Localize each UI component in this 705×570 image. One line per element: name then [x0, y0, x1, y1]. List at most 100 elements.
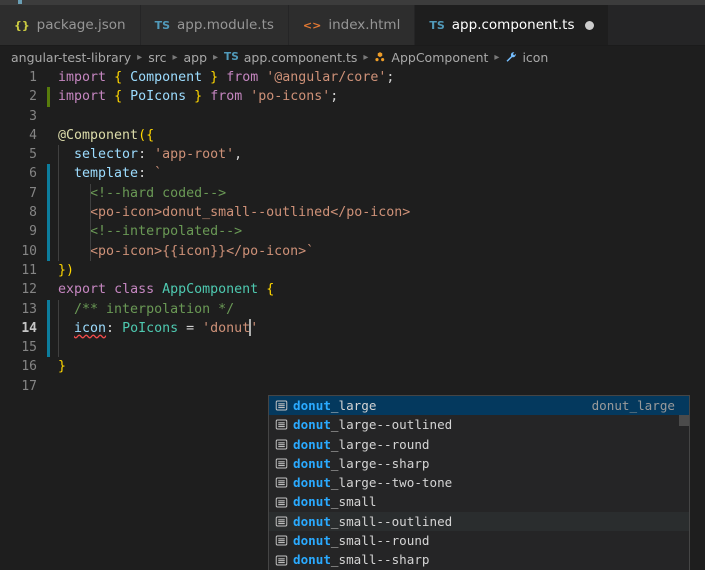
code-line[interactable]: 3 — [0, 107, 705, 126]
suggest-item-label: donut_large--outlined — [293, 417, 453, 433]
breadcrumb-item-class[interactable]: AppComponent — [372, 50, 490, 65]
line-number: 2 — [29, 89, 37, 105]
code-content: <!--hard coded--> — [46, 183, 226, 204]
line-number: 1 — [29, 70, 37, 85]
code-content: }) — [58, 262, 75, 278]
code-line[interactable]: 13 /** interpolation */ — [0, 299, 705, 319]
line-number: 6 — [29, 166, 37, 182]
code-line[interactable]: 15 — [0, 338, 705, 358]
title-strip-dot — [18, 0, 22, 4]
suggest-item[interactable]: donut_small — [269, 492, 689, 511]
line-number: 15 — [21, 340, 37, 356]
line-number: 7 — [29, 185, 37, 201]
code-content: import { Component } from '@angular/core… — [58, 70, 395, 85]
chevron-right-icon: ▸ — [137, 51, 143, 63]
code-line[interactable]: 4 @Component({ — [0, 126, 705, 145]
breadcrumb-label: angular-test-library — [11, 49, 132, 65]
code-content: } — [58, 359, 67, 375]
html-icon: <> — [302, 18, 322, 32]
typescript-icon: TS — [224, 51, 239, 63]
code-editor[interactable]: 1 import { Component } from '@angular/co… — [0, 68, 705, 570]
field-icon — [275, 439, 288, 450]
breadcrumb-label: AppComponent — [391, 49, 489, 65]
json-icon: {} — [14, 18, 30, 32]
breadcrumb-item-app[interactable]: app — [181, 50, 209, 65]
code-line[interactable]: 12 export class AppComponent { — [0, 280, 705, 299]
chevron-right-icon: ▸ — [213, 51, 219, 63]
unsaved-changes-icon[interactable] — [585, 20, 595, 30]
suggest-item[interactable]: donut_large--sharp — [269, 454, 689, 473]
breadcrumb-label: app.component.ts — [243, 49, 358, 65]
breadcrumb: angular-test-library ▸ src ▸ app ▸ TS ap… — [0, 46, 705, 68]
line-number: 16 — [21, 359, 37, 375]
suggest-item[interactable]: donut_small--round — [269, 531, 689, 550]
tab-index-html[interactable]: <> index.html — [288, 5, 416, 45]
chevron-right-icon: ▸ — [494, 51, 500, 63]
line-number: 4 — [29, 127, 37, 143]
typescript-icon: TS — [429, 18, 445, 32]
breadcrumb-item-property[interactable]: icon — [503, 50, 550, 65]
code-line[interactable]: 5 selector: 'app-root', — [0, 145, 705, 165]
code-content: template: ` — [46, 164, 162, 184]
suggest-item-label: donut_large--round — [293, 436, 430, 452]
breadcrumb-item-file[interactable]: TS app.component.ts — [222, 50, 359, 65]
tab-label: package.json — [36, 17, 126, 33]
chevron-right-icon: ▸ — [363, 51, 369, 63]
line-number: 8 — [29, 205, 37, 221]
tab-bar-empty-space — [609, 5, 705, 45]
tab-app-component-ts[interactable]: TS app.component.ts — [415, 5, 610, 45]
line-number: 14 — [21, 320, 37, 336]
code-content: selector: 'app-root', — [46, 145, 242, 165]
code-line[interactable]: 6 template: ` — [0, 164, 705, 184]
code-line[interactable]: 9 <!--interpolated--> — [0, 222, 705, 242]
code-line[interactable]: 7 <!--hard coded--> — [0, 183, 705, 204]
suggest-item[interactable]: donut_large donut_large — [269, 396, 689, 416]
line-number: 10 — [21, 243, 37, 259]
tab-label: app.module.ts — [177, 17, 274, 33]
autocomplete-suggest-widget[interactable]: donut_large donut_large donut_large--outli… — [268, 395, 690, 570]
code-line[interactable]: 16 } — [0, 357, 705, 376]
tab-label: index.html — [328, 17, 401, 33]
line-number: 12 — [21, 282, 37, 298]
code-line[interactable]: 2 import { PoIcons } from 'po-icons'; — [0, 87, 705, 107]
line-number: 11 — [21, 262, 37, 278]
suggest-item[interactable]: donut_small--sharp — [269, 550, 689, 569]
typescript-icon: TS — [154, 18, 170, 32]
code-line[interactable]: 17 — [0, 377, 705, 396]
code-line-active[interactable]: 14 icon: PoIcons = 'donut' — [0, 318, 705, 339]
code-line[interactable]: 10 <po-icon>{{icon}}</po-icon>` — [0, 241, 705, 261]
suggest-item-label: donut_large — [293, 398, 377, 413]
suggest-item-label: donut_small--sharp — [293, 552, 430, 568]
suggest-item[interactable]: donut_large--two-tone — [269, 473, 689, 492]
suggest-item[interactable]: donut_large--outlined — [269, 415, 689, 434]
breadcrumb-item-project[interactable]: angular-test-library — [9, 50, 133, 65]
class-icon — [374, 51, 386, 63]
breadcrumb-item-src[interactable]: src — [146, 50, 168, 65]
field-icon — [275, 535, 288, 546]
code-content — [46, 377, 66, 396]
field-icon — [275, 458, 288, 469]
line-number: 13 — [21, 301, 37, 317]
code-line[interactable]: 11 }) — [0, 261, 705, 280]
line-number: 17 — [21, 378, 37, 394]
code-content — [46, 107, 66, 126]
code-content: export class AppComponent { — [58, 282, 275, 298]
field-icon — [275, 555, 288, 565]
suggest-item[interactable]: donut_small--outlined — [269, 511, 689, 532]
tab-label: app.component.ts — [451, 17, 575, 33]
suggest-item[interactable]: donut_large--round — [269, 435, 689, 454]
code-content: icon: PoIcons = 'donut' — [46, 318, 258, 339]
code-line[interactable]: 8 <po-icon>donut_small--outlined</po-ico… — [0, 203, 705, 223]
field-icon — [275, 419, 288, 430]
tab-app-module-ts[interactable]: TS app.module.ts — [140, 5, 289, 45]
code-content: import { PoIcons } from 'po-icons'; — [58, 89, 339, 105]
breadcrumb-label: src — [148, 49, 167, 65]
field-icon — [275, 497, 288, 508]
line-number: 5 — [29, 147, 37, 163]
tab-package-json[interactable]: {} package.json — [0, 5, 141, 45]
error-squiggle: icon — [74, 320, 107, 336]
field-icon — [275, 477, 288, 488]
suggest-item-label: donut_small--round — [293, 533, 430, 549]
chevron-right-icon: ▸ — [172, 51, 178, 63]
code-line[interactable]: 1 import { Component } from '@angular/co… — [0, 68, 705, 87]
